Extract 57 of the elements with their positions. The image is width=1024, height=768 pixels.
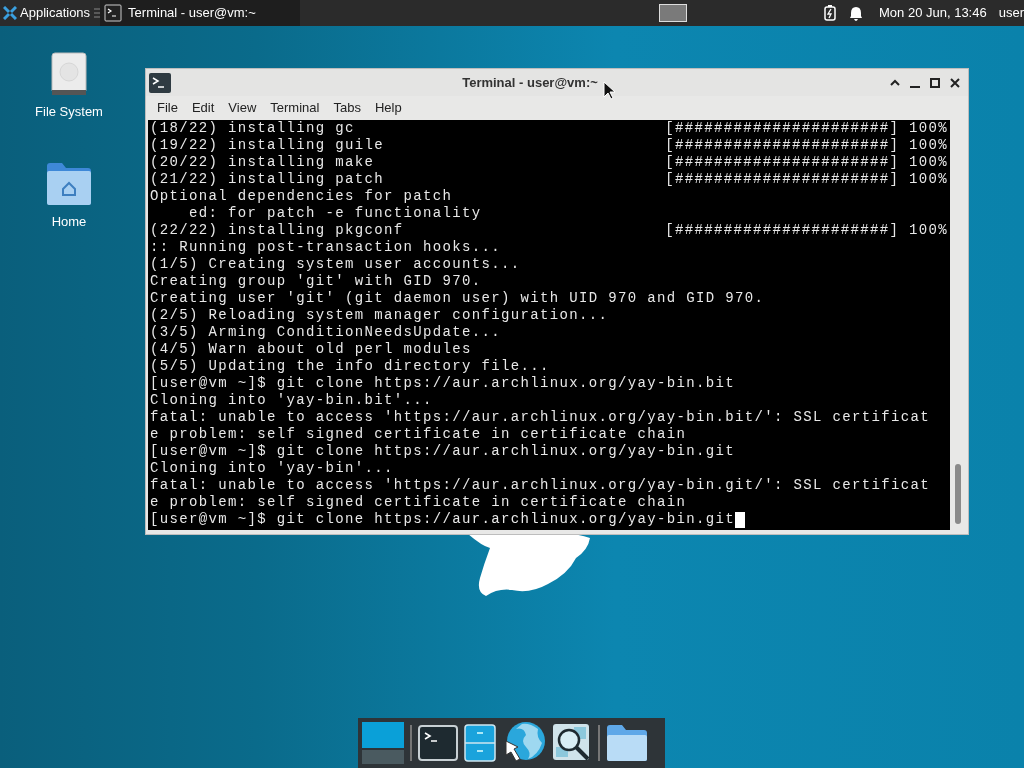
- terminal-icon[interactable]: [418, 725, 458, 761]
- terminal-line: (19/22) installing guile: [150, 137, 385, 154]
- terminal-line: (1/5) Creating system user accounts...: [150, 256, 521, 273]
- user-name[interactable]: user: [998, 3, 1024, 23]
- terminal-line: ed: for patch -e functionality: [188, 205, 482, 222]
- terminal-icon: [104, 4, 123, 22]
- terminal-line: [user@vm ~]$ git clone https://aur.archlinux.org/yay-bin.git: [150, 511, 746, 528]
- terminal-line: Cloning into 'yay-bin'...: [150, 460, 394, 477]
- menu-item[interactable]: Terminal: [263, 97, 327, 119]
- terminal-line: fatal: unable to access 'https://aur.archlinux.org/yay-bin.bit/': SSL certificat: [150, 409, 931, 426]
- terminal-line: e problem: self signed certificate in certificate chain: [150, 494, 687, 511]
- terminal-line: (4/5) Warn about old perl modules: [150, 341, 472, 358]
- separator-handle-icon: [94, 7, 101, 19]
- progress-text: [######################] 100%: [665, 154, 948, 171]
- bell-icon[interactable]: [849, 5, 863, 21]
- terminal-line: (2/5) Reloading system manager configuration...: [150, 307, 609, 324]
- magnifier-icon[interactable]: [552, 723, 592, 763]
- pointer-icon: [603, 81, 615, 100]
- mouse-logo-icon: [3, 6, 17, 20]
- terminal-line: (20/22) installing make: [150, 154, 375, 171]
- terminal-line: (3/5) Arming ConditionNeedsUpdate...: [150, 324, 502, 341]
- terminal-line: :: Running post-transaction hooks...: [150, 239, 502, 256]
- terminal-line: (21/22) installing patch: [150, 171, 385, 188]
- desktop-icon-label: Home: [51, 212, 87, 231]
- desktop-icon-label: File System: [35, 103, 103, 121]
- battery-charging-icon[interactable]: [823, 5, 837, 21]
- terminal-icon: [149, 72, 171, 93]
- menu-item[interactable]: View: [221, 97, 264, 119]
- menu-item[interactable]: File: [150, 97, 185, 119]
- clock[interactable]: Mon 20 Jun, 13:46: [879, 3, 987, 23]
- window-title: Terminal - user@vm:~: [462, 73, 598, 92]
- terminal-line: Creating group 'git' with GID 970.: [150, 273, 482, 290]
- terminal-line: Creating user 'git' (git daemon user) with UID 970 and GID 970.: [150, 290, 765, 307]
- terminal-line: Optional dependencies for patch: [150, 188, 453, 205]
- terminal-line: fatal: unable to access 'https://aur.archlinux.org/yay-bin.git/': SSL certificat: [150, 477, 931, 494]
- progress-text: [######################] 100%: [665, 120, 948, 137]
- close-icon[interactable]: [949, 76, 961, 89]
- taskbar-window-button[interactable]: Terminal - user@vm:~: [100, 0, 301, 26]
- terminal-line: [user@vm ~]$ git clone https://aur.archlinux.org/yay-bin.git: [150, 443, 736, 460]
- progress-text: [######################] 100%: [665, 222, 948, 239]
- menu-item[interactable]: Edit: [184, 97, 222, 119]
- menu-item[interactable]: Tabs: [326, 97, 368, 119]
- terminal-line: Cloning into 'yay-bin.bit'...: [150, 392, 433, 409]
- folder-icon[interactable]: [606, 724, 648, 762]
- terminal-line: (22/22) installing pkgconf: [150, 222, 404, 239]
- desktop-icon[interactable]: [362, 722, 404, 764]
- terminal-line: [user@vm ~]$ git clone https://aur.archlinux.org/yay-bin.bit: [150, 375, 736, 392]
- home-folder-icon[interactable]: [46, 161, 92, 206]
- progress-text: [######################] 100%: [665, 171, 948, 188]
- terminal-line: e problem: self signed certificate in certificate chain: [150, 426, 687, 443]
- maximize-icon[interactable]: [929, 76, 941, 89]
- hard-drive-icon[interactable]: [51, 52, 87, 96]
- terminal-line: (5/5) Updating the info directory file...: [150, 358, 550, 375]
- applications-menu[interactable]: Applications: [0, 0, 95, 26]
- progress-text: [######################] 100%: [665, 137, 948, 154]
- terminal-line: (18/22) installing gc: [150, 120, 355, 137]
- menu-item[interactable]: Help: [367, 97, 409, 119]
